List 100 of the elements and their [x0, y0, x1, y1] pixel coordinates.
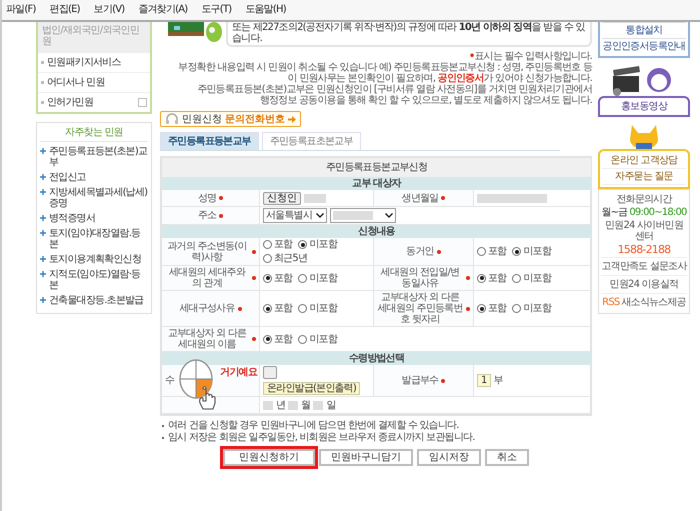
required-mark: [219, 196, 224, 200]
tab[interactable]: 주민등록표등본교부: [160, 132, 259, 150]
required-mark: [252, 337, 256, 341]
plus-icon: [40, 230, 46, 236]
radio-label: 미포함: [309, 303, 338, 314]
support-link[interactable]: 온라인 고객상담: [602, 153, 686, 169]
radio-button[interactable]: [263, 304, 272, 313]
menu-item[interactable]: 보기(V): [94, 4, 124, 15]
blurred-value: [477, 194, 547, 202]
date-unit: 월: [301, 400, 310, 410]
arrow-icon: [288, 116, 296, 122]
radio-button[interactable]: [298, 274, 308, 282]
radio-button[interactable]: [263, 240, 272, 249]
applicant-button[interactable]: 신청인: [263, 192, 301, 204]
radio-label: 포함: [488, 272, 506, 284]
video-link[interactable]: 홍보동영상: [598, 96, 690, 117]
plus-icon: [40, 271, 46, 277]
field-label: 세대원의 전입일/변동일사유: [380, 267, 460, 289]
unit-label: 부: [494, 375, 503, 386]
center-text: 민원24 사이버민원센터: [604, 219, 684, 244]
radio-button[interactable]: [298, 240, 308, 249]
section-heading: 수령방법선택: [162, 352, 591, 365]
method-button[interactable]: [263, 366, 277, 379]
action-button[interactable]: 민원신청하기: [223, 449, 315, 466]
required-mark: [466, 276, 470, 280]
radio-label: 포함: [488, 246, 506, 257]
radio-button[interactable]: [477, 274, 486, 282]
plus-icon: [40, 297, 46, 303]
field-label: 주소: [198, 210, 216, 221]
favorite-link[interactable]: 전입신고: [49, 172, 86, 183]
sidebar-link[interactable]: 통합설치: [602, 22, 686, 38]
action-button[interactable]: 임시저장: [417, 449, 481, 466]
support-link[interactable]: 자주묻는 질문: [602, 169, 686, 185]
phone-number: 1588-2188: [618, 244, 670, 257]
required-mark: [466, 306, 470, 310]
favorite-link[interactable]: 지방세세목별과세(납세)증명: [49, 187, 148, 209]
action-button[interactable]: 민원바구니담기: [319, 449, 413, 466]
radio-button[interactable]: [477, 304, 486, 313]
rss-link[interactable]: 새소식뉴스제공: [621, 297, 686, 308]
radio-button[interactable]: [477, 247, 486, 256]
section-heading: 교부 대상자: [162, 177, 591, 190]
radio-button[interactable]: [263, 254, 272, 263]
copies-field[interactable]: 1: [477, 374, 491, 387]
hours-title: 전화문의시간: [616, 193, 672, 207]
required-mark: [252, 276, 256, 280]
radio-label: 포함: [274, 272, 292, 284]
blurred-value: [313, 400, 324, 410]
district-select[interactable]: [330, 208, 396, 223]
menu-item[interactable]: 도움말(H): [245, 4, 286, 15]
days-text: 월~금: [601, 207, 628, 218]
required-mark: [441, 196, 446, 200]
sidebar-item[interactable]: 인허가민원: [38, 92, 150, 112]
sidebar-item[interactable]: 어디서나 민원: [38, 72, 150, 92]
menu-item[interactable]: 도구(T): [201, 4, 232, 15]
plus-icon: [40, 189, 46, 195]
favorite-link[interactable]: 건축물대장등.초본발급: [49, 295, 144, 306]
favorite-link[interactable]: 병적증명서: [49, 213, 96, 224]
required-mark: [441, 378, 446, 382]
radio-button[interactable]: [512, 247, 522, 256]
radio-label: 포함: [274, 303, 292, 314]
city-select[interactable]: 서울특별시: [263, 208, 328, 223]
radio-label: 미포함: [523, 246, 552, 257]
radio-label: 포함: [274, 239, 292, 250]
section-heading: 신청내용: [162, 225, 591, 238]
tab[interactable]: 주민등록표초본교부: [262, 132, 361, 150]
radio-button[interactable]: [512, 274, 522, 282]
favorite-link[interactable]: 지적도(임야도)열람·등본: [49, 269, 148, 291]
favorite-link[interactable]: 주민등록표등본(초본)교부: [49, 146, 148, 168]
favorites-title: 자주찾는 민원: [40, 125, 148, 142]
contact-button[interactable]: 민원신청 문의전화번호: [160, 111, 302, 127]
info-link[interactable]: 민원24 이용실적: [601, 275, 687, 293]
warning-text: 또는 제227조의2(공전자기록 위작·변작)의 규정에 따라 10년 이하의 징역을 받을 수 있습니다.: [226, 22, 592, 47]
radio-button[interactable]: [512, 304, 522, 313]
notice-text: 부정확한 내용입력 시 민원이 취소될 수 있습니다 예) 주민등록표등본교부신청 : 성명, 주민등록번호 등: [177, 62, 592, 73]
radio-label: 미포함: [309, 272, 338, 284]
field-label: 발급부수: [402, 375, 438, 386]
blurred-value: [263, 400, 273, 410]
radio-button[interactable]: [263, 334, 272, 344]
menu-item[interactable]: 편집(E): [50, 4, 80, 15]
radio-button[interactable]: [263, 274, 272, 282]
action-button[interactable]: 취소: [485, 449, 529, 466]
blurred-value: [304, 194, 326, 202]
date-unit: 년: [276, 400, 286, 410]
favorite-link[interactable]: 토지이용계획확인신청: [49, 254, 142, 265]
field-label: 수: [165, 375, 174, 386]
notice-text: 행정정보 공동이용을 통해 확인 할 수 있으므로, 별도로 제출하지 않으셔도 됩니다.: [258, 95, 592, 106]
sidebar-item[interactable]: 민원패키지서비스: [38, 52, 150, 72]
plus-icon: [40, 215, 46, 221]
radio-label: 포함: [274, 334, 292, 344]
radio-label: 포함: [488, 303, 506, 314]
favorite-link[interactable]: 토지(임야)대장열람.등본: [49, 228, 148, 250]
receipt-field[interactable]: 온라인발급(본인출력): [263, 382, 360, 395]
sidebar-link[interactable]: 공인인증서등록안내: [602, 38, 686, 54]
radio-button[interactable]: [298, 334, 308, 344]
field-label: 생년월일: [402, 192, 438, 204]
plus-icon: [40, 174, 46, 180]
menu-item[interactable]: 파일(F): [6, 4, 36, 15]
menu-item[interactable]: 즐겨찾기(A): [138, 4, 188, 15]
info-link[interactable]: 고객만족도 설문조사: [601, 257, 687, 275]
radio-button[interactable]: [298, 304, 308, 313]
